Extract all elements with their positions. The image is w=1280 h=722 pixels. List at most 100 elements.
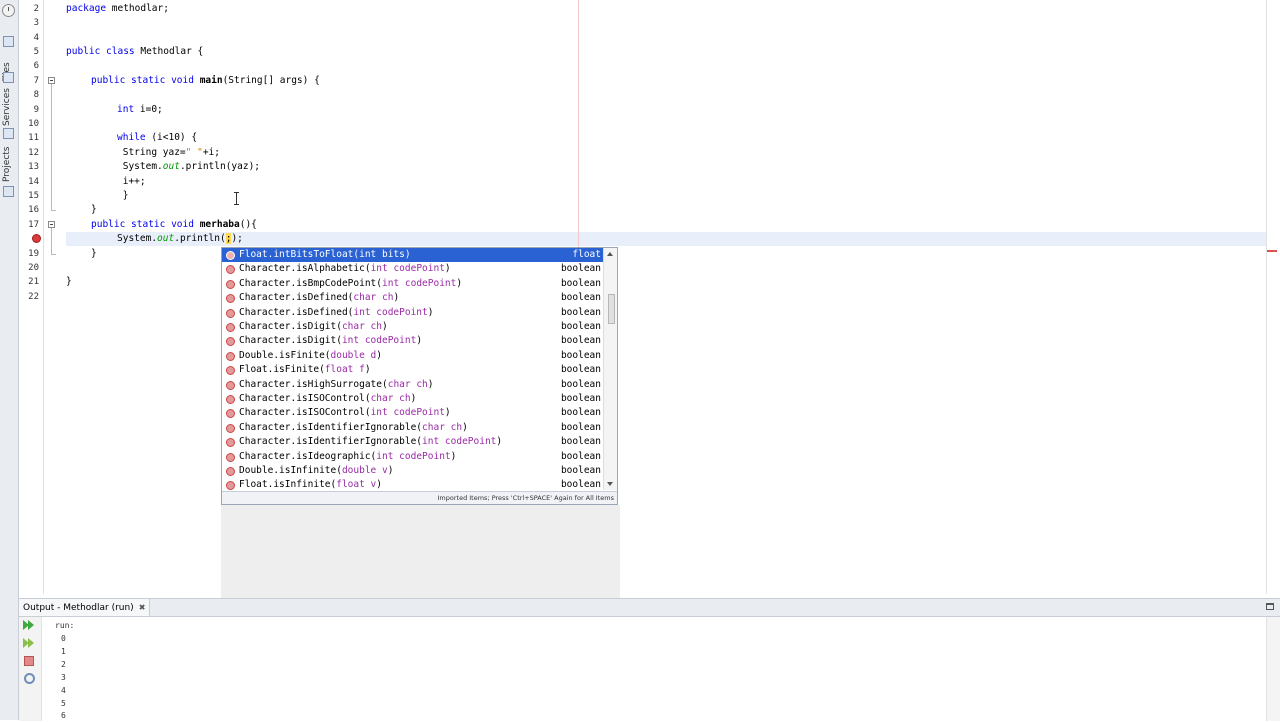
line-number: 4 xyxy=(33,33,39,43)
completion-item[interactable]: Float.intBitsToFloat(int bits) float xyxy=(222,248,605,262)
code-line-13: System.out.println(yaz); xyxy=(117,161,261,172)
code-line-12: String yaz=" "+i; xyxy=(117,147,220,158)
line-number: 11 xyxy=(28,133,39,143)
code-line-2: package methodlar; xyxy=(66,3,169,14)
completion-item[interactable]: Character.isIdentifierIgnorable(int code… xyxy=(222,435,605,449)
line-number: 15 xyxy=(28,191,39,201)
completion-item[interactable]: Character.isISOControl(char ch) boolean xyxy=(222,392,605,406)
method-icon xyxy=(226,423,235,433)
output-line: 2 xyxy=(61,660,66,669)
line-number: 7 xyxy=(33,76,39,86)
settings-gear-icon[interactable] xyxy=(24,673,35,684)
output-line: 0 xyxy=(61,634,66,643)
tab-output[interactable]: Output - Methodlar (run) ✖ xyxy=(19,599,151,616)
completion-item[interactable]: Character.isDigit(char ch) boolean xyxy=(222,320,605,334)
completion-scroll-thumb[interactable] xyxy=(608,294,615,324)
line-number: 6 xyxy=(33,61,39,71)
maximize-icon[interactable] xyxy=(1266,603,1274,610)
tab-projects-label: Projects xyxy=(2,146,12,182)
completion-item[interactable]: Character.isDefined(int codePoint) boolea… xyxy=(222,306,605,320)
line-number: 5 xyxy=(33,47,39,57)
tab-files[interactable]: Files xyxy=(0,36,18,84)
method-icon xyxy=(226,294,235,304)
output-panel: Output - Methodlar (run) ✖ run: 0 1 2 3 4… xyxy=(19,598,1280,721)
files-icon xyxy=(3,36,14,47)
output-toolbar xyxy=(19,617,42,721)
method-icon xyxy=(226,380,235,390)
history-icon[interactable] xyxy=(2,4,15,17)
output-panel-header: Output - Methodlar (run) ✖ xyxy=(19,599,1280,617)
scroll-up-arrow-icon[interactable] xyxy=(607,252,613,256)
output-scrollbar[interactable] xyxy=(1266,617,1280,721)
line-number-gutter[interactable]: 2 3 4 5 6 7 8 9 10 11 12 13 14 15 16 17 … xyxy=(19,0,44,594)
line-number: 22 xyxy=(28,292,39,302)
code-line-11: while (i<10) { xyxy=(117,132,198,143)
code-completion-popup[interactable]: Float.intBitsToFloat(int bits) float Char… xyxy=(221,247,618,505)
completion-item[interactable]: Character.isHighSurrogate(char ch) boolea… xyxy=(222,378,605,392)
current-line-highlight xyxy=(66,232,1266,246)
completion-item[interactable]: Double.isInfinite(double v) boolean xyxy=(222,464,605,478)
completion-item[interactable]: Character.isISOControl(int codePoint) boo… xyxy=(222,406,605,420)
method-icon xyxy=(226,481,235,491)
stop-icon[interactable] xyxy=(24,656,34,666)
services-icon xyxy=(3,128,14,139)
fold-toggle-icon[interactable] xyxy=(48,221,55,228)
line-number: 10 xyxy=(28,119,39,129)
code-line-21: } xyxy=(66,276,72,287)
projects-icon xyxy=(3,186,14,197)
line-number: 12 xyxy=(28,148,39,158)
code-line-18: System.out.println(;); xyxy=(117,233,243,244)
fold-guide xyxy=(51,84,52,210)
method-icon xyxy=(226,308,235,318)
rerun-with-params-button[interactable] xyxy=(23,637,35,649)
tab-services[interactable]: Services xyxy=(0,88,18,144)
code-line-5: public class Methodlar { xyxy=(66,46,204,57)
method-icon xyxy=(226,438,235,448)
method-icon xyxy=(226,323,235,332)
method-icon xyxy=(226,395,235,404)
fold-guide-end xyxy=(51,210,56,211)
fold-guide xyxy=(51,228,52,254)
fold-guide-end xyxy=(51,254,56,255)
side-toolbar: Files Services Projects xyxy=(0,0,19,720)
line-number: 3 xyxy=(33,18,39,28)
method-icon xyxy=(226,337,235,347)
output-line: 1 xyxy=(61,647,66,656)
completion-scrollbar[interactable] xyxy=(603,248,617,490)
method-icon xyxy=(226,452,235,462)
method-icon xyxy=(226,366,235,376)
code-line-16: } xyxy=(91,204,97,215)
method-icon xyxy=(226,351,235,361)
code-line-19: } xyxy=(91,248,97,259)
completion-item[interactable]: Character.isIdentifierIgnorable(char ch)… xyxy=(222,421,605,435)
method-icon xyxy=(226,467,235,476)
completion-item[interactable]: Character.isBmpCodePoint(int codePoint) b… xyxy=(222,277,605,291)
completion-item[interactable]: Float.isFinite(float f) boolean xyxy=(222,363,605,377)
code-line-17: public static void merhaba(){ xyxy=(91,219,257,230)
close-icon[interactable]: ✖ xyxy=(139,599,146,616)
code-line-15: } xyxy=(117,190,129,201)
tab-projects[interactable]: Projects xyxy=(0,146,18,200)
error-stripe[interactable] xyxy=(1266,0,1280,594)
method-icon xyxy=(226,409,235,419)
completion-item[interactable]: Character.isDigit(int codePoint) boolean xyxy=(222,334,605,348)
output-line: run: xyxy=(55,621,75,630)
output-line: 3 xyxy=(61,673,66,682)
scroll-down-arrow-icon[interactable] xyxy=(607,482,613,486)
completion-item[interactable]: Character.isDefined(char ch) boolean xyxy=(222,291,605,305)
output-line: 6 xyxy=(61,711,66,720)
error-stripe-mark[interactable] xyxy=(1267,250,1277,252)
error-annotation-icon[interactable] xyxy=(32,234,41,243)
fold-toggle-icon[interactable] xyxy=(48,77,55,84)
method-icon xyxy=(226,279,235,289)
code-line-14: i++; xyxy=(117,176,146,187)
rerun-button[interactable] xyxy=(23,619,35,631)
code-line-9: int i=0; xyxy=(117,104,163,115)
completion-item[interactable]: Character.isIdeographic(int codePoint) bo… xyxy=(222,450,605,464)
completion-footer-hint: Imported Items; Press 'Ctrl+SPACE' Again… xyxy=(222,491,617,504)
line-number: 8 xyxy=(33,90,39,100)
line-number: 13 xyxy=(28,162,39,172)
completion-item[interactable]: Character.isAlphabetic(int codePoint) boo… xyxy=(222,262,605,276)
line-number: 21 xyxy=(28,277,39,287)
completion-item[interactable]: Double.isFinite(double d) boolean xyxy=(222,349,605,363)
